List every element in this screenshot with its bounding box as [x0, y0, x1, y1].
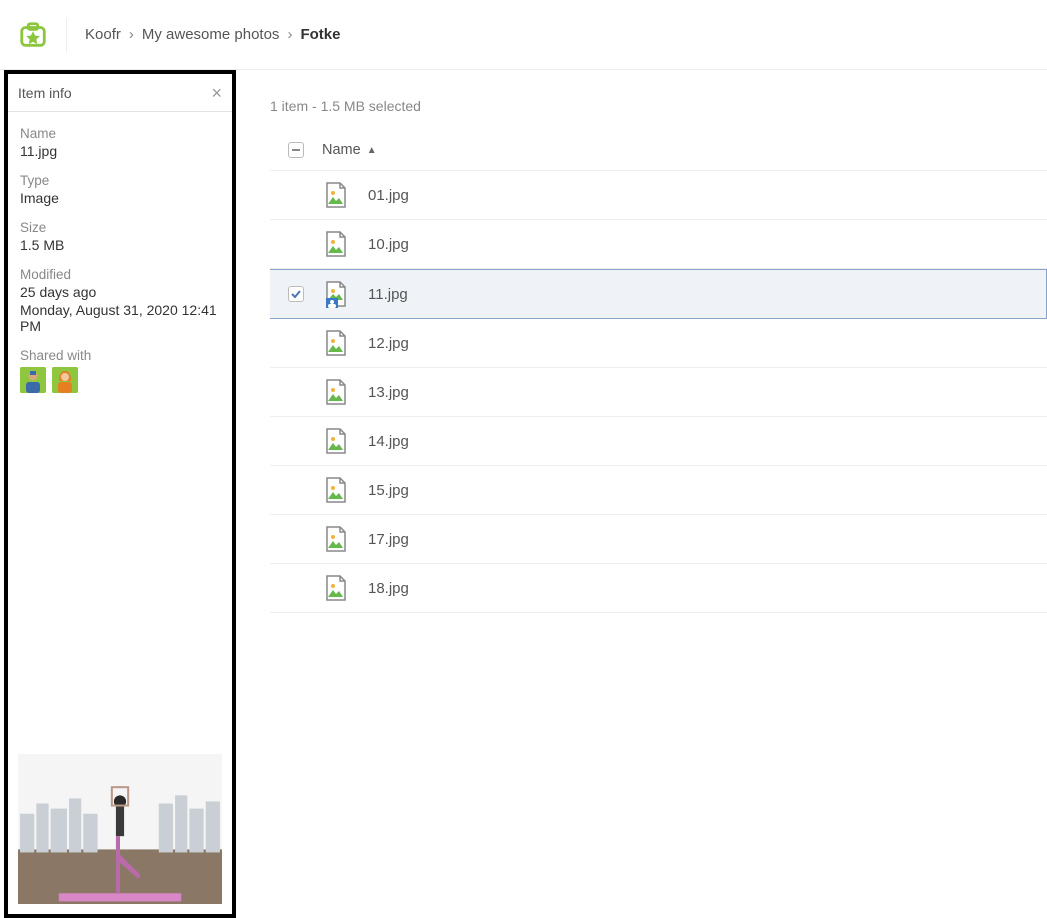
close-icon[interactable]: ×: [211, 84, 222, 102]
avatar[interactable]: [52, 367, 78, 393]
avatar[interactable]: [20, 367, 46, 393]
image-file-icon: [322, 280, 350, 308]
file-row[interactable]: 11.jpg: [270, 269, 1047, 319]
type-field: Type Image: [20, 173, 220, 206]
file-row[interactable]: 13.jpg: [270, 368, 1047, 417]
modified-relative: 25 days ago: [20, 284, 220, 300]
list-header: Name ▲: [270, 134, 1047, 171]
image-file-icon: [322, 230, 350, 258]
modified-field: Modified 25 days ago Monday, August 31, …: [20, 267, 220, 334]
file-name: 11.jpg: [368, 286, 408, 303]
image-file-icon: [322, 525, 350, 553]
modified-label: Modified: [20, 267, 220, 282]
column-name[interactable]: Name ▲: [322, 142, 377, 158]
file-name: 17.jpg: [368, 531, 409, 548]
image-file-icon: [322, 181, 350, 209]
main-area: 1 item - 1.5 MB selected Name ▲ 01.jpg 10…: [242, 70, 1047, 918]
name-label: Name: [20, 126, 220, 141]
name-field: Name 11.jpg: [20, 126, 220, 159]
file-name: 12.jpg: [368, 335, 409, 352]
breadcrumb-folder[interactable]: My awesome photos: [142, 26, 280, 43]
item-info-panel: Item info × Name 11.jpg Type Image Size …: [4, 70, 236, 918]
panel-title: Item info: [18, 85, 72, 101]
file-row[interactable]: 14.jpg: [270, 417, 1047, 466]
shared-with-field: Shared with: [20, 348, 220, 393]
top-bar: Koofr › My awesome photos › Fotke: [0, 0, 1047, 70]
size-label: Size: [20, 220, 220, 235]
file-row[interactable]: 18.jpg: [270, 564, 1047, 613]
breadcrumb-current: Fotke: [300, 26, 340, 43]
panel-header: Item info ×: [8, 74, 232, 112]
file-name: 14.jpg: [368, 433, 409, 450]
breadcrumb: Koofr › My awesome photos › Fotke: [85, 26, 340, 43]
select-all-checkbox[interactable]: [288, 142, 304, 158]
type-label: Type: [20, 173, 220, 188]
size-value: 1.5 MB: [20, 237, 220, 253]
image-file-icon: [322, 476, 350, 504]
breadcrumb-root[interactable]: Koofr: [85, 26, 121, 43]
thumbnail-preview[interactable]: [18, 754, 222, 904]
image-file-icon: [322, 574, 350, 602]
sort-asc-icon: ▲: [367, 145, 377, 156]
chevron-right-icon: ›: [287, 26, 292, 43]
column-name-label: Name: [322, 142, 361, 158]
file-name: 01.jpg: [368, 187, 409, 204]
file-row[interactable]: 15.jpg: [270, 466, 1047, 515]
image-file-icon: [322, 427, 350, 455]
file-name: 15.jpg: [368, 482, 409, 499]
selection-status: 1 item - 1.5 MB selected: [270, 98, 1047, 114]
file-row[interactable]: 17.jpg: [270, 515, 1047, 564]
modified-absolute: Monday, August 31, 2020 12:41 PM: [20, 302, 220, 334]
shared-with-label: Shared with: [20, 348, 220, 363]
file-name: 13.jpg: [368, 384, 409, 401]
row-checkbox[interactable]: [288, 286, 304, 302]
name-value: 11.jpg: [20, 143, 220, 159]
chevron-right-icon: ›: [129, 26, 134, 43]
image-file-icon: [322, 378, 350, 406]
file-row[interactable]: 10.jpg: [270, 220, 1047, 269]
divider: [66, 18, 67, 52]
app-logo[interactable]: [18, 20, 48, 50]
size-field: Size 1.5 MB: [20, 220, 220, 253]
image-file-icon: [322, 329, 350, 357]
file-list: 01.jpg 10.jpg 11.jpg 12.jpg 13.jpg 14.jpg 15.j…: [270, 171, 1047, 613]
file-name: 18.jpg: [368, 580, 409, 597]
type-value: Image: [20, 190, 220, 206]
file-row[interactable]: 12.jpg: [270, 319, 1047, 368]
file-name: 10.jpg: [368, 236, 409, 253]
file-row[interactable]: 01.jpg: [270, 171, 1047, 220]
